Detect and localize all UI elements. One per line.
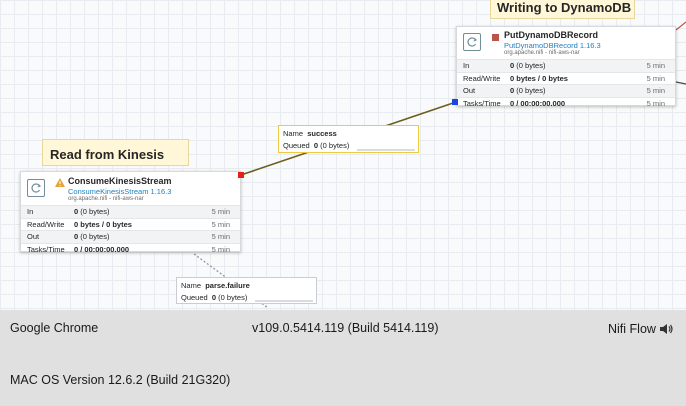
processor-header: ConsumeKinesisStream ConsumeKinesisStrea…	[21, 172, 240, 206]
stats-value: 0 / 00:00:00.000	[74, 244, 130, 254]
offscreen-connection-line[interactable]	[675, 21, 686, 31]
label-text: Writing to DynamoDB	[497, 0, 632, 15]
stats-row-out: Out 0 (0 bytes) 5 min	[457, 84, 675, 97]
stats-time: 5 min	[211, 219, 230, 229]
connection-label-parse-failure[interactable]: Name parse.failure Queued 0 (0 bytes)	[176, 277, 317, 304]
stats-row-in: In 0 (0 bytes) 5 min	[21, 205, 240, 218]
stats-row-out: Out 0 (0 bytes) 5 min	[21, 230, 240, 243]
processor-name: PutDynamoDBRecord	[504, 30, 599, 40]
stats-key: Out	[27, 232, 40, 241]
processor-icon	[27, 179, 45, 197]
connection-queued-count: 0	[313, 141, 319, 150]
processor-consume-kinesis-stream[interactable]: ConsumeKinesisStream ConsumeKinesisStrea…	[20, 171, 241, 255]
stats-time: 5 min	[211, 232, 230, 241]
queue-bar	[357, 149, 415, 151]
stats-count: 0	[510, 61, 515, 70]
stats-time: 5 min	[646, 98, 665, 108]
stats-time: 5 min	[646, 73, 665, 83]
processor-bundle: org.apache.nifi - nifi-aws-nar	[68, 196, 144, 202]
flow-canvas[interactable]: Read from Kinesis Writing to DynamoDB Co…	[0, 0, 686, 310]
stats-value: 0 (0 bytes)	[74, 232, 109, 241]
stats-value: 0 / 00:00:00.000	[510, 98, 566, 108]
stats-detail: (0 bytes)	[80, 207, 110, 216]
stats-count: 0	[510, 86, 515, 95]
warning-icon[interactable]	[55, 178, 65, 187]
processor-stats: In 0 (0 bytes) 5 min Read/Write 0 bytes …	[457, 59, 675, 109]
processor-type: ConsumeKinesisStream 1.16.3	[68, 187, 172, 196]
label-writing-to-dynamodb[interactable]: Writing to DynamoDB	[490, 0, 635, 19]
stats-value: 0 bytes / 0 bytes	[510, 73, 568, 83]
processor-put-dynamodb-record[interactable]: PutDynamoDBRecord PutDynamoDBRecord 1.16…	[456, 26, 676, 109]
processor-icon	[463, 33, 481, 51]
stats-row-in: In 0 (0 bytes) 5 min	[457, 59, 675, 72]
connection-queued-key: Queued	[181, 293, 208, 302]
stats-detail: (0 bytes)	[516, 86, 546, 95]
os-version: MAC OS Version 12.6.2 (Build 21G320)	[10, 373, 231, 387]
stats-key: Tasks/Time	[463, 98, 501, 108]
connection-queued-row: Queued 0 (0 bytes)	[283, 141, 349, 150]
label-text: Read from Kinesis	[50, 147, 165, 162]
processor-name: ConsumeKinesisStream	[68, 176, 172, 186]
connection-name-key: Name	[283, 129, 304, 138]
connection-queued-detail: (0 bytes)	[320, 141, 350, 150]
stats-value: 0 (0 bytes)	[74, 207, 109, 216]
browser-name: Google Chrome	[10, 321, 99, 335]
stats-row-tasks-time: Tasks/Time 0 / 00:00:00.000 5 min	[457, 96, 675, 110]
stats-count: 0	[74, 232, 79, 241]
stats-key: Read/Write	[27, 219, 65, 229]
connection-name: parse.failure	[205, 281, 250, 290]
stats-count: 0	[74, 207, 79, 216]
queue-bar	[255, 300, 313, 302]
stats-key: Read/Write	[463, 73, 501, 83]
stopped-icon[interactable]	[492, 34, 499, 41]
processor-header: PutDynamoDBRecord PutDynamoDBRecord 1.16…	[457, 27, 675, 61]
connection-queued-row: Queued 0 (0 bytes)	[181, 293, 247, 302]
connection-queued-key: Queued	[283, 141, 310, 150]
browser-version: v109.0.5414.119 (Build 5414.119)	[252, 321, 439, 335]
source-port-marker[interactable]	[238, 172, 244, 178]
processor-type: PutDynamoDBRecord 1.16.3	[504, 41, 601, 50]
label-read-from-kinesis[interactable]: Read from Kinesis	[42, 139, 189, 166]
stats-time: 5 min	[211, 207, 230, 216]
environment-info-bar: Google Chrome v109.0.5414.119 (Build 541…	[0, 310, 686, 406]
connection-queued-count: 0	[211, 293, 217, 302]
stats-detail: (0 bytes)	[80, 232, 110, 241]
connection-name: success	[307, 129, 337, 138]
stats-key: In	[463, 61, 470, 70]
app-title: Nifi Flow	[608, 321, 674, 336]
stats-time: 5 min	[646, 86, 665, 95]
stats-detail: (0 bytes)	[516, 61, 546, 70]
stats-row-read-write: Read/Write 0 bytes / 0 bytes 5 min	[457, 71, 675, 85]
stats-time: 5 min	[646, 61, 665, 70]
processor-stats: In 0 (0 bytes) 5 min Read/Write 0 bytes …	[21, 205, 240, 255]
stats-value: 0 bytes / 0 bytes	[74, 219, 132, 229]
connection-name-row: Name success	[283, 129, 337, 138]
stats-row-tasks-time: Tasks/Time 0 / 00:00:00.000 5 min	[21, 242, 240, 256]
connection-name-key: Name	[181, 281, 202, 290]
stats-time: 5 min	[211, 244, 230, 254]
speaker-icon	[660, 324, 674, 334]
stats-value: 0 (0 bytes)	[510, 61, 545, 70]
stats-row-read-write: Read/Write 0 bytes / 0 bytes 5 min	[21, 217, 240, 231]
app-title-text: Nifi Flow	[608, 322, 656, 336]
stats-key: Tasks/Time	[27, 244, 65, 254]
connection-name-row: Name parse.failure	[181, 281, 250, 290]
offscreen-connection-line[interactable]	[675, 81, 686, 85]
connection-queued-detail: (0 bytes)	[218, 293, 248, 302]
connection-label-success[interactable]: Name success Queued 0 (0 bytes)	[278, 125, 419, 153]
stats-key: In	[27, 207, 34, 216]
stats-key: Out	[463, 86, 476, 95]
processor-bundle: org.apache.nifi - nifi-aws-nar	[504, 50, 580, 56]
destination-port-marker[interactable]	[452, 99, 458, 105]
stats-value: 0 (0 bytes)	[510, 86, 545, 95]
